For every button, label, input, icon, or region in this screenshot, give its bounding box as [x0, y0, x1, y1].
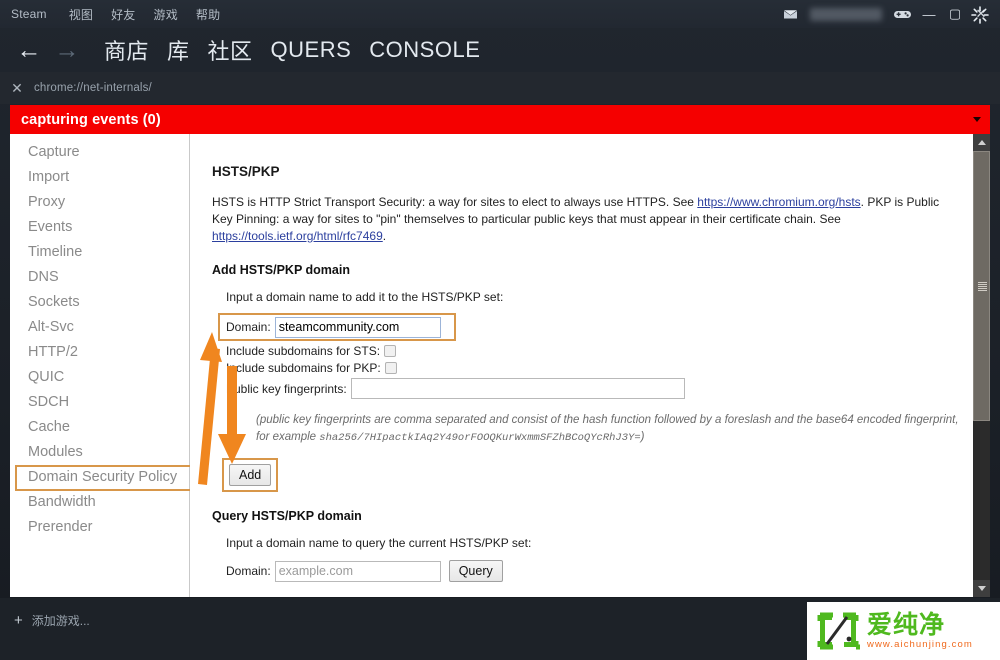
url-text[interactable]: chrome://net-internals/ [34, 82, 152, 94]
add-domain-input[interactable] [274, 316, 441, 338]
nav-link-library[interactable]: 库 [167, 34, 190, 66]
sidebar-item-quic[interactable]: QUIC [10, 365, 189, 390]
fingerprints-row: Public key fingerprints: [226, 378, 990, 399]
pkp-label: Include subdomains for PKP: [226, 361, 381, 375]
nav-link-store[interactable]: 商店 [104, 34, 149, 66]
nav-link-quers[interactable]: QUERS [271, 37, 352, 63]
add-game-button[interactable]: + 添加游戏... [14, 612, 90, 629]
menu-item-view[interactable]: 视图 [69, 3, 102, 26]
add-section-heading: Add HSTS/PKP domain [212, 263, 350, 277]
maximize-button[interactable]: ▢ [942, 0, 968, 28]
net-internals-content: HSTS/PKP HSTS is HTTP Strict Transport S… [190, 134, 990, 597]
nav-link-community[interactable]: 社区 [208, 34, 253, 66]
sts-label: Include subdomains for STS: [226, 344, 381, 358]
add-lead-text: Input a domain name to add it to the HST… [226, 290, 504, 304]
query-domain-input[interactable] [274, 560, 441, 582]
hsts-description: HSTS is HTTP Strict Transport Security: … [212, 194, 952, 245]
watermark-brand: 爱纯净 [867, 611, 946, 639]
loading-spinner-icon [970, 5, 990, 30]
sidebar-item-capture[interactable]: Capture [10, 140, 189, 165]
sidebar-item-cache[interactable]: Cache [10, 415, 189, 440]
chevron-down-icon[interactable] [973, 117, 981, 122]
sidebar-item-events[interactable]: Events [10, 215, 189, 240]
sidebar-item-timeline[interactable]: Timeline [10, 240, 189, 265]
watermark-url: www.aichunjing.com [867, 639, 973, 650]
fingerprints-label: Public key fingerprints: [226, 381, 347, 396]
nav-link-console[interactable]: CONSOLE [369, 37, 480, 63]
add-button-row: Add [222, 458, 990, 492]
watermark-text: 爱纯净 www.aichunjing.com [867, 612, 973, 650]
aichunjing-logo-icon [816, 611, 883, 651]
sidebar-item-sockets[interactable]: Sockets [10, 290, 189, 315]
intro-text-3: . [382, 229, 387, 243]
sidebar-item-http2[interactable]: HTTP/2 [10, 340, 189, 365]
gamepad-icon[interactable] [888, 0, 916, 28]
sidebar-item-domain-security-policy[interactable]: Domain Security Policy [10, 465, 189, 490]
sidebar-item-prerender[interactable]: Prerender [10, 515, 189, 540]
include-subdomains-pkp-checkbox[interactable] [384, 362, 397, 374]
fingerprints-help-note: (public key fingerprints are comma separ… [256, 412, 968, 447]
query-lead-text: Input a domain name to query the current… [226, 536, 532, 550]
steam-menu-bar: Steam 视图 好友 游戏 帮助 — ▢ ✕ [0, 0, 1000, 28]
watermark: 爱纯净 www.aichunjing.com [807, 602, 1000, 660]
query-domain-label: Domain: [226, 564, 271, 578]
triangle-down-icon[interactable] [973, 580, 990, 597]
add-domain-form: Input a domain name to add it to the HST… [212, 290, 990, 492]
add-game-label: 添加游戏... [31, 614, 90, 628]
menu-item-games[interactable]: 游戏 [154, 3, 187, 26]
net-internals-page: Capture Import Proxy Events Timeline DNS… [10, 134, 990, 597]
query-domain-row: Domain: Query [226, 560, 990, 582]
query-section-heading: Query HSTS/PKP domain [212, 509, 362, 523]
sidebar-item-proxy[interactable]: Proxy [10, 190, 189, 215]
public-key-fingerprints-input[interactable] [350, 378, 685, 399]
account-name-blurred[interactable] [810, 7, 882, 21]
scrollbar-thumb[interactable] [973, 151, 990, 421]
net-internals-sidebar: Capture Import Proxy Events Timeline DNS… [10, 134, 205, 597]
grip-icon [978, 281, 987, 291]
envelope-icon[interactable] [776, 0, 804, 28]
capturing-events-label: capturing events (0) [21, 111, 161, 128]
vertical-scrollbar[interactable] [973, 134, 990, 597]
chromium-hsts-link[interactable]: https://www.chromium.org/hsts [697, 195, 860, 209]
sidebar-item-sdch[interactable]: SDCH [10, 390, 189, 415]
sidebar-item-import[interactable]: Import [10, 165, 189, 190]
arrow-right-icon[interactable]: → [48, 37, 86, 63]
menu-item-help[interactable]: 帮助 [196, 3, 229, 26]
window-right-controls: — ▢ ✕ [776, 0, 994, 28]
sidebar-item-alt-svc[interactable]: Alt-Svc [10, 315, 189, 340]
sidebar-item-bandwidth[interactable]: Bandwidth [10, 490, 189, 515]
browser-url-bar: ✕ chrome://net-internals/ [0, 72, 1000, 104]
sidebar-item-modules[interactable]: Modules [10, 440, 189, 465]
add-domain-label: Domain: [226, 320, 271, 334]
steam-client-window: Steam 视图 好友 游戏 帮助 — ▢ ✕ ← → 商店 库 社区 QUER… [0, 0, 1000, 660]
close-icon[interactable]: ✕ [0, 80, 34, 97]
include-subdomains-sts-row: Include subdomains for STS: [226, 344, 990, 358]
sidebar-item-dns[interactable]: DNS [10, 265, 189, 290]
include-subdomains-sts-checkbox[interactable] [384, 345, 397, 357]
minimize-button[interactable]: — [916, 0, 942, 28]
triangle-up-icon[interactable] [973, 134, 990, 151]
page-title: HSTS/PKP [212, 164, 280, 179]
query-button[interactable]: Query [448, 560, 503, 582]
include-subdomains-pkp-row: Include subdomains for PKP: [226, 361, 990, 375]
menu-item-steam[interactable]: Steam [11, 4, 56, 24]
note-close-paren: ) [640, 431, 645, 443]
note-example-fingerprint: sha256/7HIpactkIAq2Y49orFOOQKurWxmmSFZhB… [319, 432, 641, 444]
rfc7469-link[interactable]: https://tools.ietf.org/html/rfc7469 [212, 229, 383, 243]
intro-text-1: HSTS is HTTP Strict Transport Security: … [212, 195, 698, 209]
add-button[interactable]: Add [229, 464, 272, 486]
capturing-events-banner[interactable]: capturing events (0) [10, 105, 990, 134]
add-domain-row: Domain: [218, 313, 990, 341]
steam-bottom-bar: + 添加游戏... 爱纯净 www.aichunjing.com [0, 598, 1000, 660]
steam-navigation-bar: ← → 商店 库 社区 QUERS CONSOLE [0, 28, 1000, 72]
query-domain-form: Input a domain name to query the current… [212, 536, 990, 582]
menu-item-friends[interactable]: 好友 [111, 3, 144, 26]
arrow-left-icon[interactable]: ← [10, 37, 48, 63]
plus-icon: + [14, 612, 23, 629]
